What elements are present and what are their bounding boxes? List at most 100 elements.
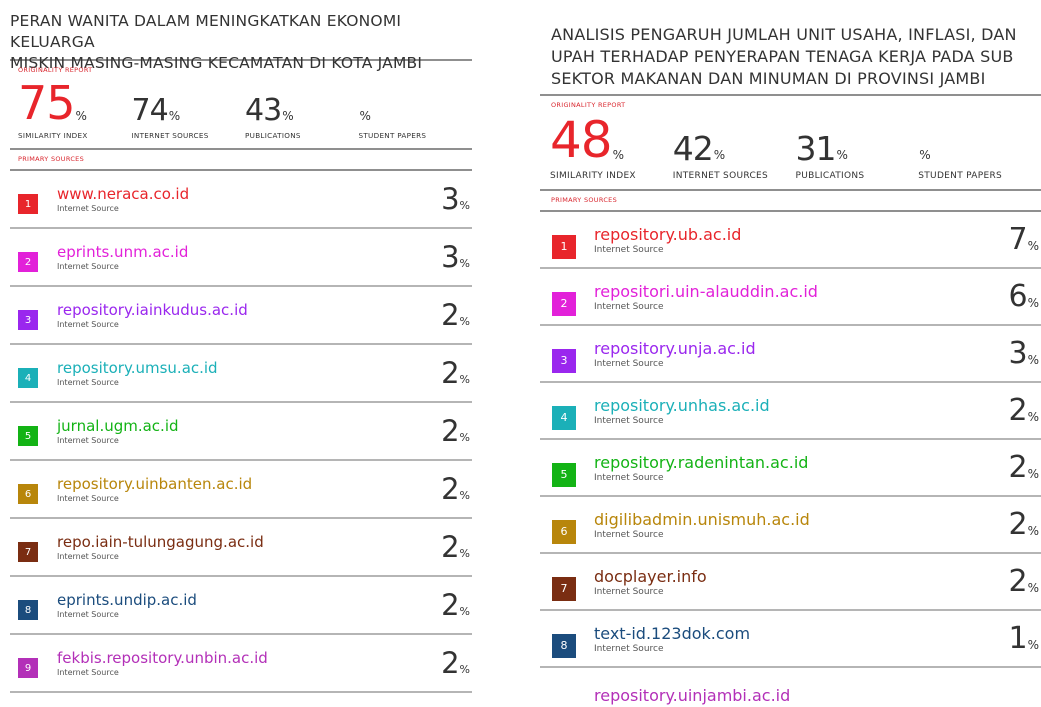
source-link[interactable]: fekbis.repository.unbin.ac.id xyxy=(57,649,441,667)
right-publications-value: 31 xyxy=(795,129,837,168)
rank-badge: 8 xyxy=(552,633,576,658)
source-link[interactable]: repository.ub.ac.id xyxy=(594,225,1009,244)
source-percentage: 7% xyxy=(1008,221,1040,257)
rank-badge: 2 xyxy=(18,252,38,272)
list-item: 7 repo.iain-tulungagung.ac.id Internet S… xyxy=(10,519,472,577)
source-link[interactable]: docplayer.info xyxy=(594,567,1009,586)
list-item: 4 repository.umsu.ac.id Internet Source … xyxy=(10,345,472,403)
list-item: 7 docplayer.info Internet Source 2% xyxy=(540,554,1041,611)
left-similarity-label: SIMILARITY INDEX xyxy=(18,131,88,140)
source-percentage: 2% xyxy=(441,297,470,332)
right-publications-label: PUBLICATIONS xyxy=(795,171,865,181)
left-internet-value: 74 xyxy=(131,93,169,128)
source-link[interactable]: eprints.undip.ac.id xyxy=(57,591,441,609)
source-type: Internet Source xyxy=(594,586,664,597)
left-publications-value: 43 xyxy=(245,93,282,128)
rank-badge: 3 xyxy=(18,310,38,330)
left-publications-label: PUBLICATIONS xyxy=(245,131,301,140)
left-internet-label: INTERNET SOURCES xyxy=(131,131,209,140)
source-percentage: 2% xyxy=(441,355,470,390)
source-link[interactable]: text-id.123dok.com xyxy=(594,624,1009,643)
right-publications-unit: % xyxy=(836,148,848,162)
list-item: 1 www.neraca.co.id Internet Source 3% xyxy=(10,171,472,229)
source-link[interactable]: repository.unhas.ac.id xyxy=(594,396,1009,415)
list-item: 8 text-id.123dok.com Internet Source 1% xyxy=(540,611,1041,668)
source-link[interactable]: www.neraca.co.id xyxy=(57,185,441,203)
source-percentage: 2% xyxy=(1008,563,1040,599)
right-student-papers: % STUDENT PAPERS xyxy=(918,115,1041,181)
source-type: Internet Source xyxy=(57,378,119,387)
source-percentage xyxy=(1038,695,1039,697)
source-percentage: 2% xyxy=(1008,449,1040,485)
right-similarity-label: SIMILARITY INDEX xyxy=(550,171,636,181)
source-link[interactable]: eprints.unm.ac.id xyxy=(57,243,441,261)
list-item: 5 jurnal.ugm.ac.id Internet Source 2% xyxy=(10,403,472,461)
right-similarity-value: 48 xyxy=(550,111,613,169)
source-type: Internet Source xyxy=(594,415,664,426)
rank-badge: 6 xyxy=(18,484,38,504)
source-link[interactable]: repository.umsu.ac.id xyxy=(57,359,441,377)
rank-badge: 8 xyxy=(18,600,38,620)
source-link[interactable]: repository.uinjambi.ac.id xyxy=(594,686,1038,705)
source-percentage: 2% xyxy=(441,587,470,622)
rank-badge: 9 xyxy=(18,658,38,678)
right-internet-unit: % xyxy=(713,148,726,162)
source-link[interactable]: jurnal.ugm.ac.id xyxy=(57,417,441,435)
left-student-label: STUDENT PAPERS xyxy=(358,131,427,140)
right-originality-label: ORIGINALITY REPORT xyxy=(551,101,626,109)
source-type: Internet Source xyxy=(57,552,119,561)
source-link[interactable]: digilibadmin.unismuh.ac.id xyxy=(594,510,1009,529)
list-item: repository.uinjambi.ac.id xyxy=(540,668,1041,707)
source-link[interactable]: repository.iainkudus.ac.id xyxy=(57,301,441,319)
rank-badge: 5 xyxy=(18,426,38,446)
source-type: Internet Source xyxy=(594,358,664,369)
right-internet-sources: 42% INTERNET SOURCES xyxy=(673,115,796,181)
right-student-label: STUDENT PAPERS xyxy=(918,171,1003,181)
right-stats-row: 48% SIMILARITY INDEX 42% INTERNET SOURCE… xyxy=(540,115,1041,189)
source-percentage: 2% xyxy=(1008,392,1040,428)
left-report-title: PERAN WANITA DALAM MENINGKATKAN EKONOMI … xyxy=(10,12,423,72)
right-similarity-index: 48% SIMILARITY INDEX xyxy=(550,115,673,181)
source-type: Internet Source xyxy=(594,529,664,540)
left-similarity-value: 75 xyxy=(18,76,76,130)
source-percentage: 2% xyxy=(1008,506,1040,542)
list-item: 2 eprints.unm.ac.id Internet Source 3% xyxy=(10,229,472,287)
source-type: Internet Source xyxy=(594,244,664,255)
source-link[interactable]: repositori.uin-alauddin.ac.id xyxy=(594,282,1009,301)
rank-badge: 7 xyxy=(552,576,576,601)
rank-badge: 4 xyxy=(18,368,38,388)
source-percentage: 3% xyxy=(441,181,470,216)
source-percentage: 2% xyxy=(441,529,470,564)
rank-badge: 7 xyxy=(18,542,38,562)
right-similarity-unit: % xyxy=(612,148,625,162)
source-link[interactable]: repo.iain-tulungagung.ac.id xyxy=(57,533,441,551)
left-internet-sources: 74% INTERNET SOURCES xyxy=(131,80,246,141)
left-primary-sources-label: PRIMARY SOURCES xyxy=(18,155,85,163)
right-internet-value: 42 xyxy=(672,129,714,168)
left-similarity-index: 75% SIMILARITY INDEX xyxy=(18,80,132,140)
left-similarity-unit: % xyxy=(75,109,87,123)
rank-badge: 3 xyxy=(552,348,576,373)
rank-badge: 1 xyxy=(18,194,38,214)
rank-badge: 5 xyxy=(552,462,576,487)
source-percentage: 3% xyxy=(1008,335,1040,371)
source-type: Internet Source xyxy=(57,668,119,677)
right-publications: 31% PUBLICATIONS xyxy=(796,115,919,181)
left-publications: 43% PUBLICATIONS xyxy=(245,80,359,141)
source-link[interactable]: repository.radenintan.ac.id xyxy=(594,453,1009,472)
list-item: 5 repository.radenintan.ac.id Internet S… xyxy=(540,440,1041,497)
source-link[interactable]: repository.uinbanten.ac.id xyxy=(57,475,441,493)
source-link[interactable]: repository.unja.ac.id xyxy=(594,339,1009,358)
left-sources-list: 1 www.neraca.co.id Internet Source 3% 2 … xyxy=(10,171,472,693)
left-student-papers: % STUDENT PAPERS xyxy=(359,80,473,140)
left-internet-unit: % xyxy=(168,109,181,123)
right-report-title: ANALISIS PENGARUH JUMLAH UNIT USAHA, INF… xyxy=(551,25,1017,88)
right-primary-sources-label: PRIMARY SOURCES xyxy=(551,196,618,204)
rank-badge: 2 xyxy=(552,291,576,316)
source-percentage: 1% xyxy=(1008,620,1040,656)
left-originality-report: PERAN WANITA DALAM MENINGKATKAN EKONOMI … xyxy=(10,0,472,707)
left-student-unit: % xyxy=(359,109,371,123)
left-publications-unit: % xyxy=(282,109,294,123)
list-item: 2 repositori.uin-alauddin.ac.id Internet… xyxy=(540,269,1041,326)
source-percentage: 6% xyxy=(1008,278,1040,314)
